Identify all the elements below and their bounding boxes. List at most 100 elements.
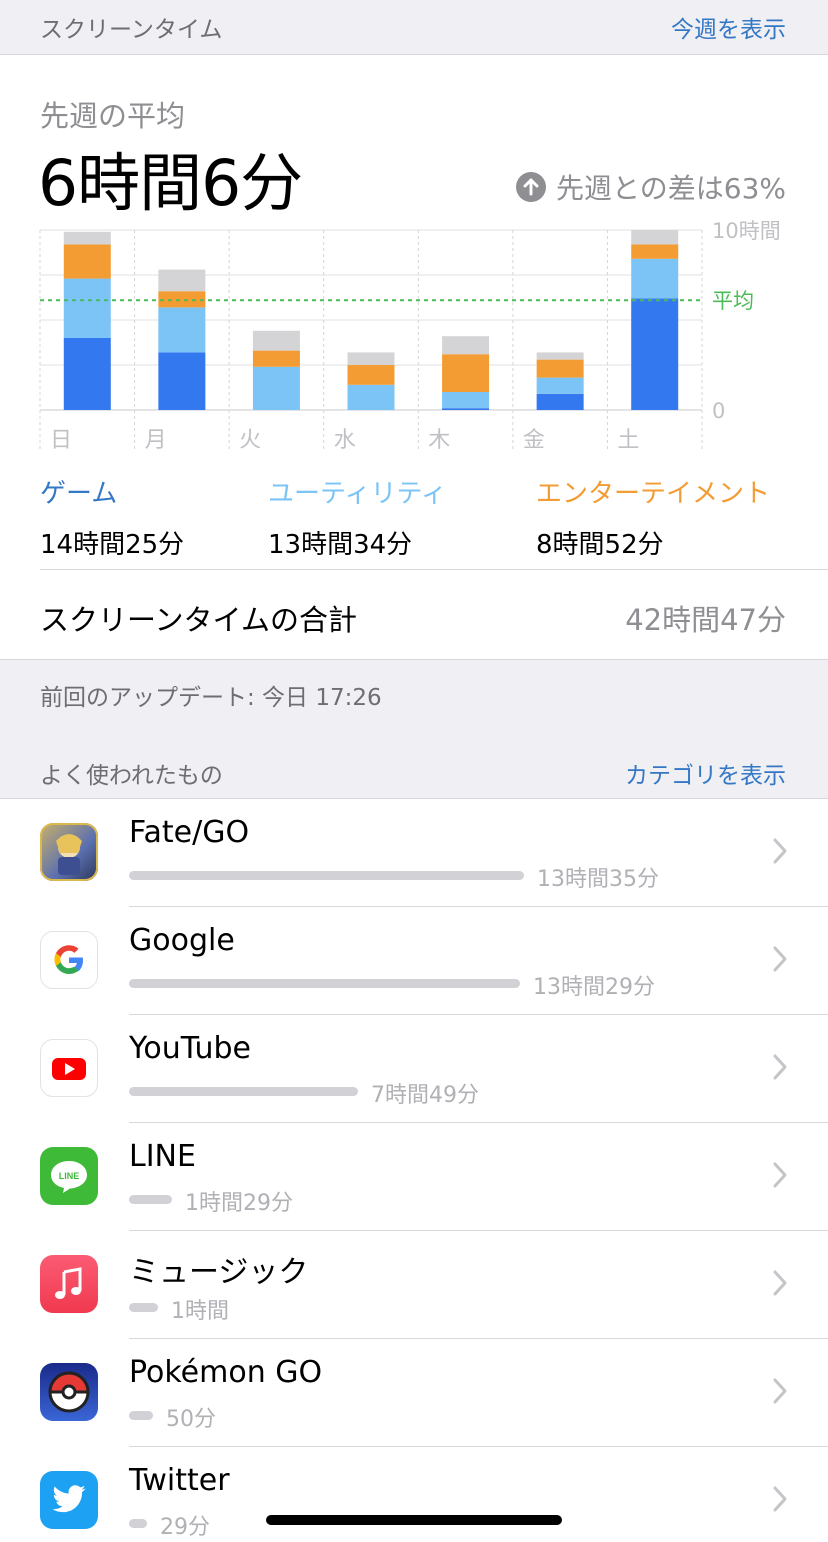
usage-duration: 1時間 <box>171 1299 229 1324</box>
last-update-text: 前回のアップデート: 今日 17:26 <box>40 685 382 711</box>
chart-bar-segment <box>158 307 206 353</box>
category-value: 14時間25分 <box>40 530 185 560</box>
summary-card: 先週の平均 6時間6分 先週との差は63% 日 月 火 水 木 金 土 平均 10時間 0 ゲーム… <box>0 55 828 659</box>
category-games: ゲーム 14時間25分 <box>40 473 184 561</box>
y-tick-label: 0 <box>712 399 725 423</box>
usage-bar <box>129 1411 153 1420</box>
show-categories-link[interactable]: カテゴリを表示 <box>625 756 786 790</box>
chevron-right-icon <box>773 1054 787 1080</box>
chevron-right-icon <box>773 1162 787 1188</box>
chart-bar-segment <box>63 244 111 279</box>
chart-bar-segment <box>536 359 584 378</box>
app-name: Pokémon GO <box>129 1355 323 1390</box>
usage-duration: 1時間29分 <box>185 1191 293 1216</box>
most-used-title: よく使われたもの <box>40 763 223 789</box>
usage-bar <box>129 1087 358 1096</box>
app-name: Twitter <box>129 1463 230 1498</box>
diff-text: 先週との差は63% <box>556 172 786 205</box>
x-tick-label: 日 <box>50 428 72 453</box>
app-name: LINE <box>129 1139 196 1174</box>
usage-duration: 13時間29分 <box>533 975 655 1000</box>
usage-duration: 13時間35分 <box>537 867 659 892</box>
app-row-music[interactable]: ミュージック 1時間 <box>0 1231 828 1339</box>
chevron-right-icon <box>773 1378 787 1404</box>
category-name: エンターテイメント <box>536 479 771 509</box>
average-label: 平均 <box>712 289 754 313</box>
usage-duration: 7時間49分 <box>371 1083 479 1108</box>
chart-bar-segment <box>252 350 300 367</box>
fate-go-icon <box>40 823 98 881</box>
total-value: 42時間47分 <box>625 603 786 637</box>
chart-bar-segment <box>536 393 584 410</box>
chart-bar-segment <box>631 230 679 245</box>
show-this-week-link[interactable]: 今週を表示 <box>671 10 786 44</box>
chevron-right-icon <box>773 838 787 864</box>
x-tick-label: 金 <box>523 428 545 453</box>
twitter-icon <box>40 1471 98 1529</box>
chart-bar-segment <box>63 231 111 245</box>
category-name: ゲーム <box>40 479 118 509</box>
google-icon <box>40 931 98 989</box>
chart-bar-segment <box>442 354 490 392</box>
app-name: YouTube <box>129 1031 251 1066</box>
category-summary: ゲーム 14時間25分 ユーティリティ 13時間34分 エンターテイメント 8時… <box>40 473 800 560</box>
chart-bar-segment <box>158 269 206 292</box>
chart-bar-segment <box>442 392 490 409</box>
chart-bar-segment <box>631 258 679 299</box>
usage-duration: 29分 <box>160 1515 210 1540</box>
usage-bar <box>129 979 520 988</box>
x-tick-label: 土 <box>617 428 639 453</box>
total-label: スクリーンタイムの合計 <box>40 603 357 637</box>
chevron-right-icon <box>773 946 787 972</box>
chart-bar-segment <box>631 244 679 259</box>
chart-bar-segment <box>63 278 111 338</box>
usage-bar <box>129 871 524 880</box>
chevron-right-icon <box>773 1270 787 1296</box>
chart-bar-segment <box>442 408 490 410</box>
divider <box>40 569 828 570</box>
music-icon <box>40 1255 98 1313</box>
weekly-usage-chart: 日 月 火 水 木 金 土 平均 10時間 0 <box>39 219 781 453</box>
category-name: ユーティリティ <box>268 479 447 509</box>
category-entertainment: エンターテイメント 8時間52分 <box>536 473 770 561</box>
app-row-pokemon-go[interactable]: Pokémon GO 50分 <box>0 1339 828 1447</box>
chart-bar-segment <box>631 298 679 410</box>
usage-bar <box>129 1195 172 1204</box>
app-row-line[interactable]: LINE LINE 1時間29分 <box>0 1123 828 1231</box>
usage-bar <box>129 1519 147 1528</box>
chevron-right-icon <box>773 1486 787 1512</box>
category-value: 13時間34分 <box>268 530 413 560</box>
chart-bar-segment <box>536 377 584 394</box>
chart-bar-segment <box>347 365 395 385</box>
app-row-youtube[interactable]: YouTube 7時間49分 <box>0 1015 828 1123</box>
app-row-twitter[interactable]: Twitter 29分 <box>0 1447 828 1542</box>
chart-bar-segment <box>536 352 584 360</box>
chart-bar-segment <box>158 352 206 410</box>
x-tick-label: 木 <box>428 428 450 453</box>
youtube-icon <box>40 1039 98 1097</box>
update-section: 前回のアップデート: 今日 17:26 よく使われたもの カテゴリを表示 <box>0 659 828 799</box>
y-tick-label: 10時間 <box>712 219 781 243</box>
category-utilities: ユーティリティ 13時間34分 <box>268 473 447 561</box>
average-label: 先週の平均 <box>40 99 186 133</box>
home-indicator <box>266 1515 562 1525</box>
app-row-google[interactable]: Google 13時間29分 <box>0 907 828 1015</box>
screen-time-header: スクリーンタイム 今週を表示 <box>0 0 828 55</box>
header-title: スクリーンタイム <box>40 17 223 43</box>
average-value: 6時間6分 <box>38 147 303 220</box>
chart-bar-segment <box>63 338 111 410</box>
app-name: ミュージック <box>129 1255 309 1290</box>
app-name: Google <box>129 923 235 958</box>
chart-bar-segment <box>442 336 490 355</box>
arrow-up-circle-icon <box>516 172 547 202</box>
svg-text:LINE: LINE <box>59 1171 80 1181</box>
chart-bar-segment <box>252 330 300 351</box>
x-tick-label: 火 <box>239 428 261 453</box>
chart-bar-segment <box>158 291 206 308</box>
pokemon-go-icon <box>40 1363 98 1421</box>
app-row-fate-go[interactable]: Fate/GO 13時間35分 <box>0 799 828 907</box>
usage-duration: 50分 <box>166 1407 216 1432</box>
x-tick-label: 水 <box>334 428 356 453</box>
usage-bar <box>129 1303 158 1312</box>
app-name: Fate/GO <box>129 815 250 850</box>
